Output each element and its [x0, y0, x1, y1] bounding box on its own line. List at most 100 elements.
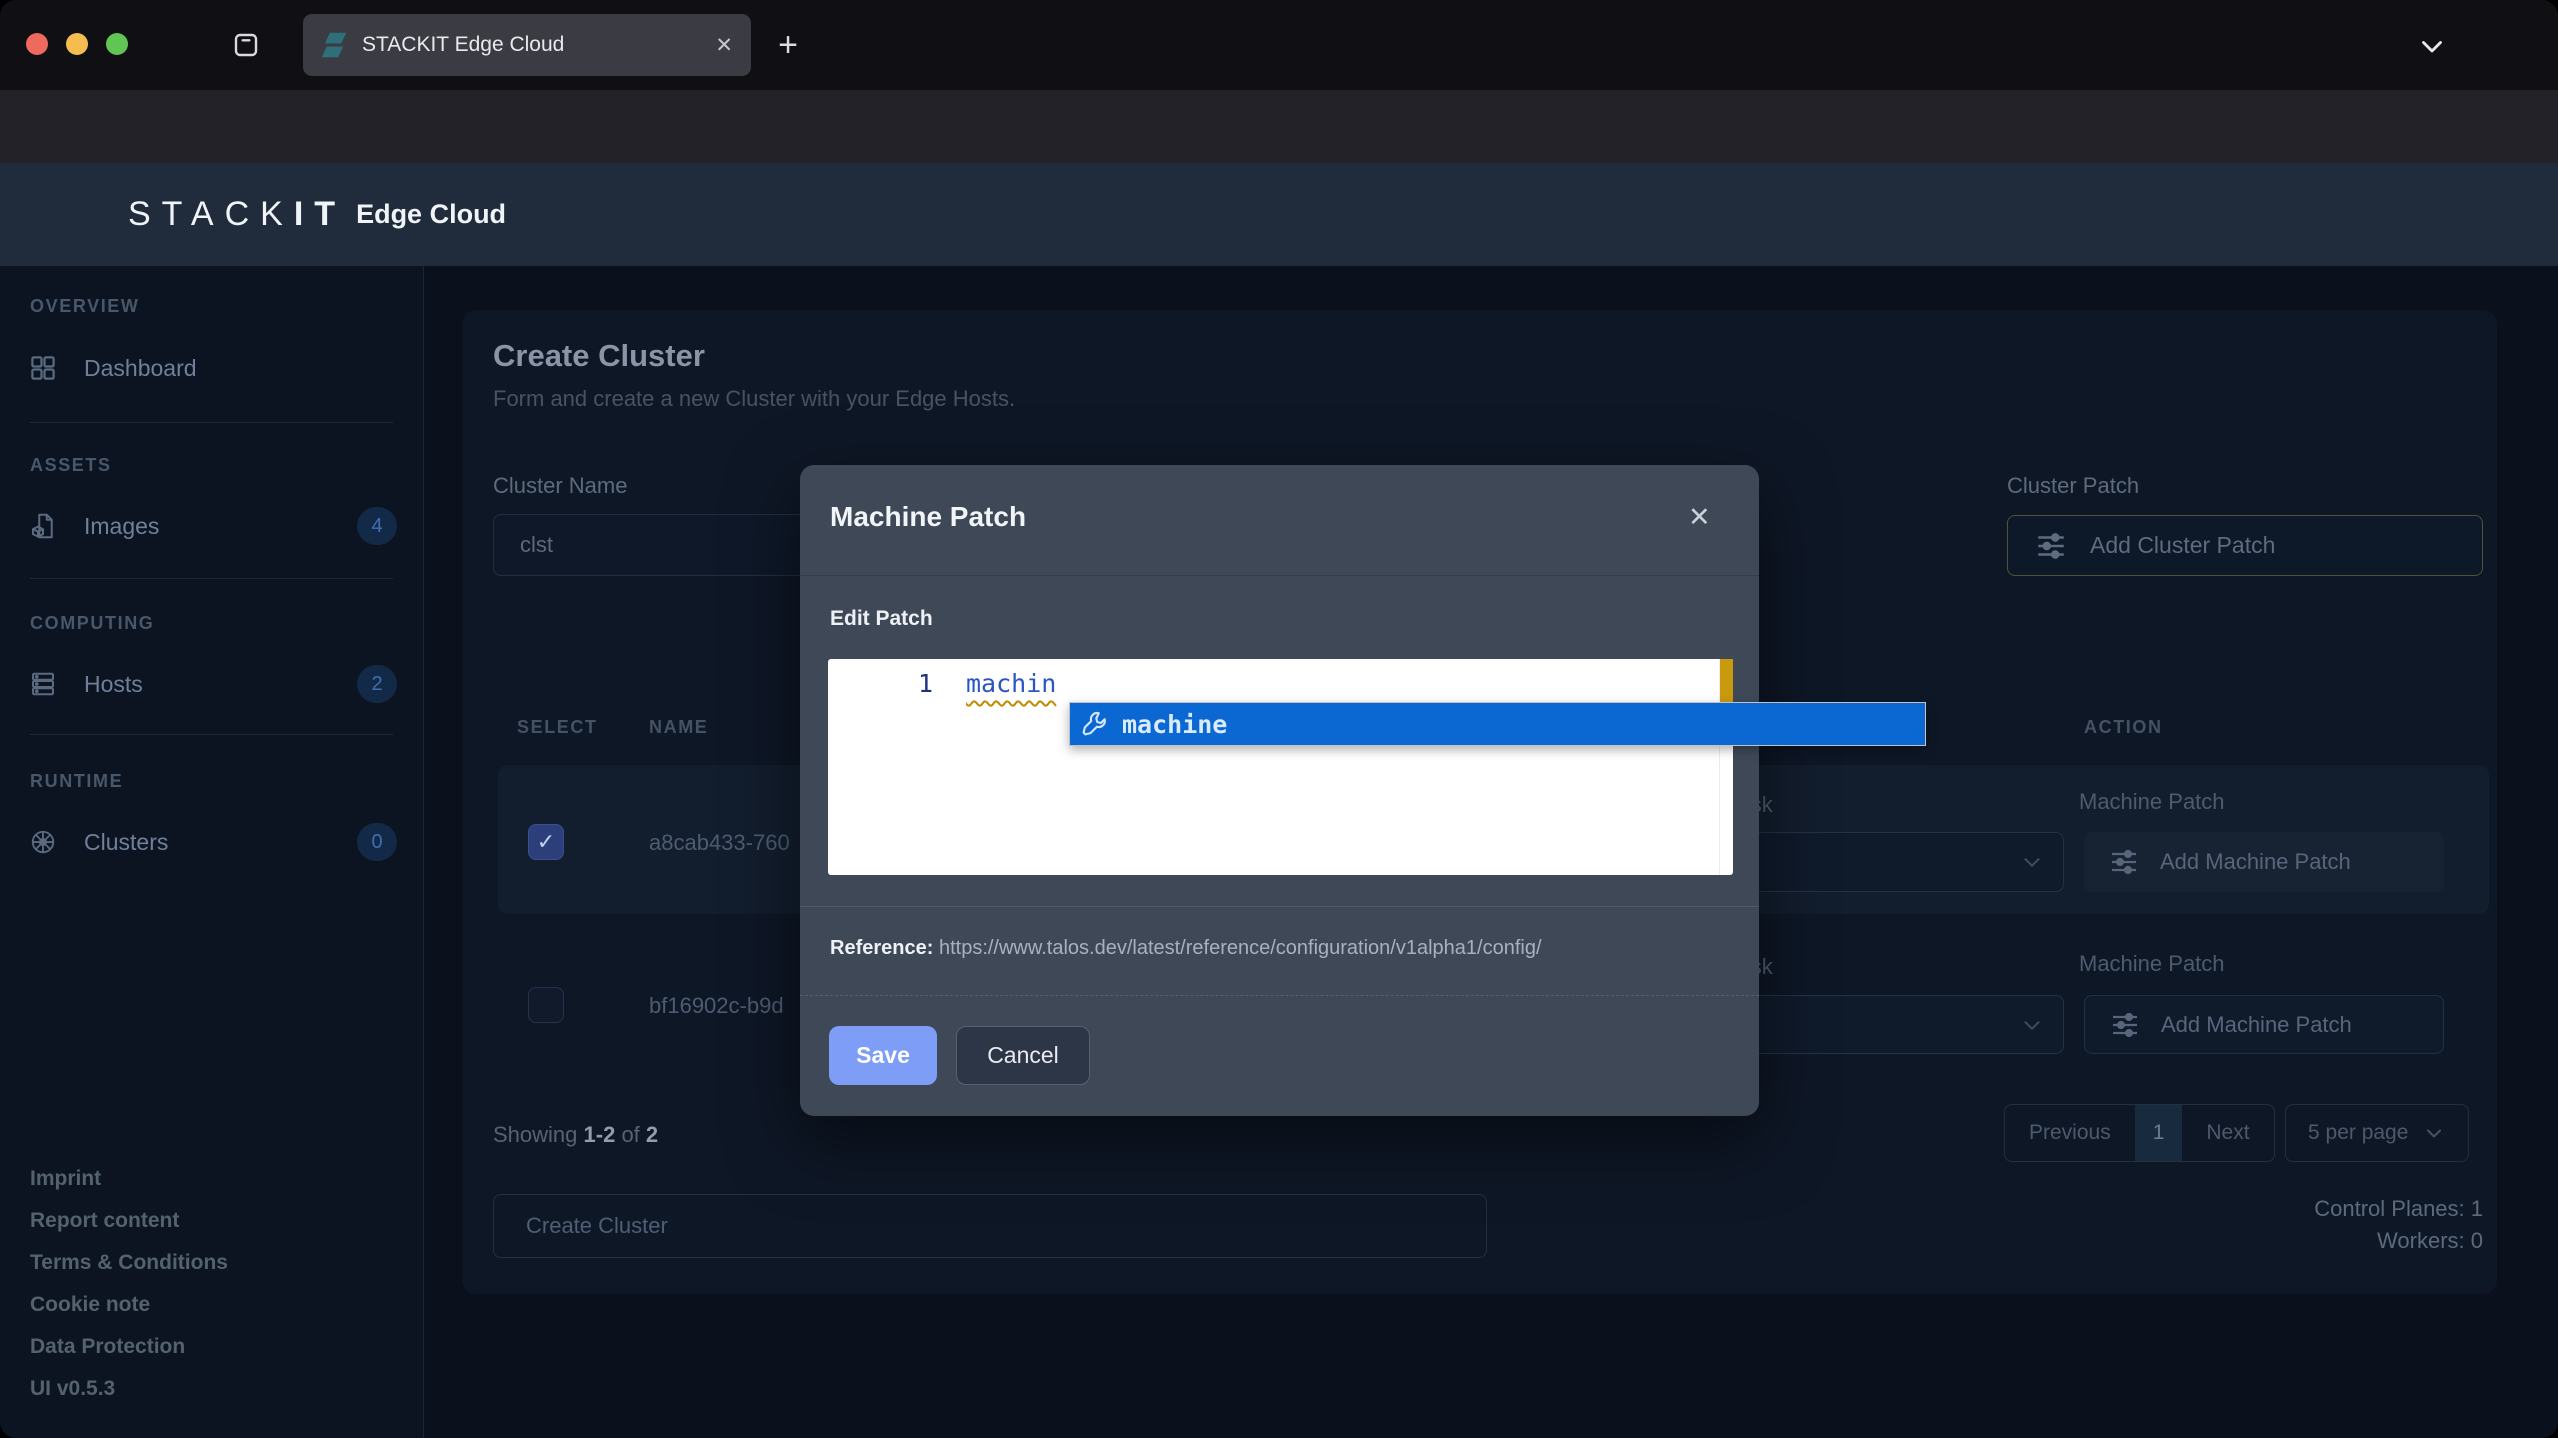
sidebar-heading-overview: OVERVIEW [30, 296, 140, 317]
pagination-next[interactable]: Next [2182, 1105, 2273, 1161]
app-header: STACKIT Edge Cloud U [0, 163, 2558, 266]
link-terms[interactable]: Terms & Conditions [30, 1242, 228, 1284]
dashboard-icon [28, 353, 58, 383]
brand-it: IT [294, 195, 346, 234]
edit-patch-label: Edit Patch [830, 607, 933, 631]
tab-title: STACKIT Edge Cloud [362, 33, 700, 57]
brand-text: STACKIT Edge Cloud [128, 163, 506, 266]
sidebar-heading-assets: ASSETS [30, 455, 112, 476]
create-cluster-button[interactable]: Create Cluster [493, 1194, 1487, 1258]
link-imprint[interactable]: Imprint [30, 1158, 228, 1200]
ui-version: UI v0.5.3 [30, 1368, 228, 1410]
sidebar-divider [30, 734, 393, 735]
sliders-icon [2109, 1009, 2141, 1041]
browser-window: STACKIT Edge Cloud ✕ + https://app.rr-de… [0, 0, 2558, 1438]
pagination-page-1[interactable]: 1 [2135, 1105, 2183, 1161]
pagination: Previous 1 Next [2004, 1104, 2275, 1162]
add-machine-patch-label: Add Machine Patch [2161, 1012, 2352, 1038]
hosts-icon [28, 669, 58, 699]
sidebar-item-label: Dashboard [84, 355, 197, 382]
link-cookie-note[interactable]: Cookie note [30, 1284, 228, 1326]
browser-toolbar: https://app.rr-dev-a991186.dev.edge.eu01… [0, 90, 2558, 163]
sidebar-heading-computing: COMPUTING [30, 613, 154, 634]
save-button[interactable]: Save [829, 1026, 937, 1085]
sidebar-badge: 0 [357, 823, 397, 861]
reference-url: https://www.talos.dev/latest/reference/c… [939, 937, 1542, 959]
sidebar-item-clusters[interactable]: Clusters 0 [28, 820, 397, 864]
row1-machine-patch-label: Machine Patch [2079, 789, 2225, 815]
sliders-icon [2108, 846, 2140, 878]
wrench-icon [1081, 709, 1111, 739]
row1-name: a8cab433-760 [649, 830, 790, 856]
sidebar-item-label: Clusters [84, 829, 168, 856]
add-cluster-patch-label: Add Cluster Patch [2090, 532, 2275, 559]
link-report-content[interactable]: Report content [30, 1200, 228, 1242]
sliders-icon [2034, 529, 2068, 563]
sidebar-badge: 4 [357, 507, 397, 545]
tab-close-icon[interactable]: ✕ [715, 33, 733, 58]
firefox-view-icon[interactable] [224, 23, 268, 67]
tab-strip: STACKIT Edge Cloud ✕ + [0, 0, 2558, 90]
showing-prefix: Showing [493, 1122, 577, 1147]
product-name: Edge Cloud [356, 199, 506, 230]
page-subtitle: Form and create a new Cluster with your … [493, 386, 1015, 412]
modal-divider [800, 995, 1759, 996]
showing-total: 2 [646, 1122, 658, 1147]
window-close-light[interactable] [26, 33, 48, 55]
modal-header-divider [800, 575, 1759, 576]
sidebar-divider [30, 578, 393, 579]
row2-name: bf16902c-b9d [649, 993, 784, 1019]
col-header-action: ACTION [2084, 717, 2163, 738]
showing-of: of [621, 1122, 639, 1147]
modal-close-icon[interactable]: ✕ [1688, 502, 1711, 533]
sidebar-footer-links: Imprint Report content Terms & Condition… [30, 1158, 228, 1410]
editor-line-number: 1 [828, 669, 933, 698]
reference-line: Reference: https://www.talos.dev/latest/… [830, 937, 1542, 960]
pagination-previous[interactable]: Previous [2005, 1105, 2135, 1161]
link-data-protection[interactable]: Data Protection [30, 1326, 228, 1368]
sidebar-divider [30, 422, 393, 423]
col-header-select: SELECT [517, 717, 598, 738]
col-header-name: NAME [649, 717, 708, 738]
row2-add-machine-patch-button[interactable]: Add Machine Patch [2084, 995, 2444, 1054]
clusters-helm-icon [28, 827, 58, 857]
brand-stack: STACK [128, 195, 294, 234]
sidebar-item-label: Images [84, 513, 159, 540]
modal-title: Machine Patch [830, 501, 1026, 533]
reference-label: Reference: [830, 937, 933, 959]
cluster-patch-label: Cluster Patch [2007, 473, 2139, 499]
browser-tab[interactable]: STACKIT Edge Cloud ✕ [303, 14, 751, 76]
window-minimize-light[interactable] [66, 33, 88, 55]
sidebar-item-dashboard[interactable]: Dashboard [28, 346, 397, 390]
showing-status: Showing 1-2 of 2 [493, 1122, 658, 1148]
code-editor[interactable]: 1 machin [828, 659, 1733, 875]
chevron-down-icon [2019, 1012, 2045, 1038]
control-planes-count: Control Planes: 1 [2314, 1196, 2483, 1222]
chevron-down-icon [2422, 1121, 2446, 1145]
new-tab-button[interactable]: + [766, 23, 810, 67]
cluster-name-label: Cluster Name [493, 473, 627, 499]
sidebar-item-images[interactable]: Images 4 [28, 504, 397, 548]
sidebar-item-hosts[interactable]: Hosts 2 [28, 662, 397, 706]
tab-favicon [321, 32, 347, 58]
window-zoom-light[interactable] [106, 33, 128, 55]
add-machine-patch-label: Add Machine Patch [2160, 849, 2351, 875]
row2-checkbox[interactable] [528, 987, 564, 1023]
images-icon [28, 511, 58, 541]
row2-machine-patch-label: Machine Patch [2079, 951, 2225, 977]
sidebar-badge: 2 [357, 665, 397, 703]
modal-divider [800, 906, 1759, 907]
chevron-down-icon [2019, 849, 2045, 875]
autocomplete-suggestion[interactable]: machine [1069, 702, 1926, 746]
row1-checkbox[interactable]: ✓ [528, 824, 564, 860]
page-title: Create Cluster [493, 338, 705, 374]
showing-range: 1-2 [584, 1122, 616, 1147]
per-page-select[interactable]: 5 per page [2285, 1104, 2469, 1162]
list-tabs-chevron-icon[interactable] [2412, 26, 2452, 66]
editor-code-text: machin [966, 669, 1056, 698]
row1-add-machine-patch-button[interactable]: Add Machine Patch [2084, 832, 2444, 892]
workers-count: Workers: 0 [2377, 1228, 2483, 1254]
cancel-button[interactable]: Cancel [956, 1026, 1090, 1085]
add-cluster-patch-button[interactable]: Add Cluster Patch [2007, 515, 2483, 576]
sidebar-item-label: Hosts [84, 671, 143, 698]
